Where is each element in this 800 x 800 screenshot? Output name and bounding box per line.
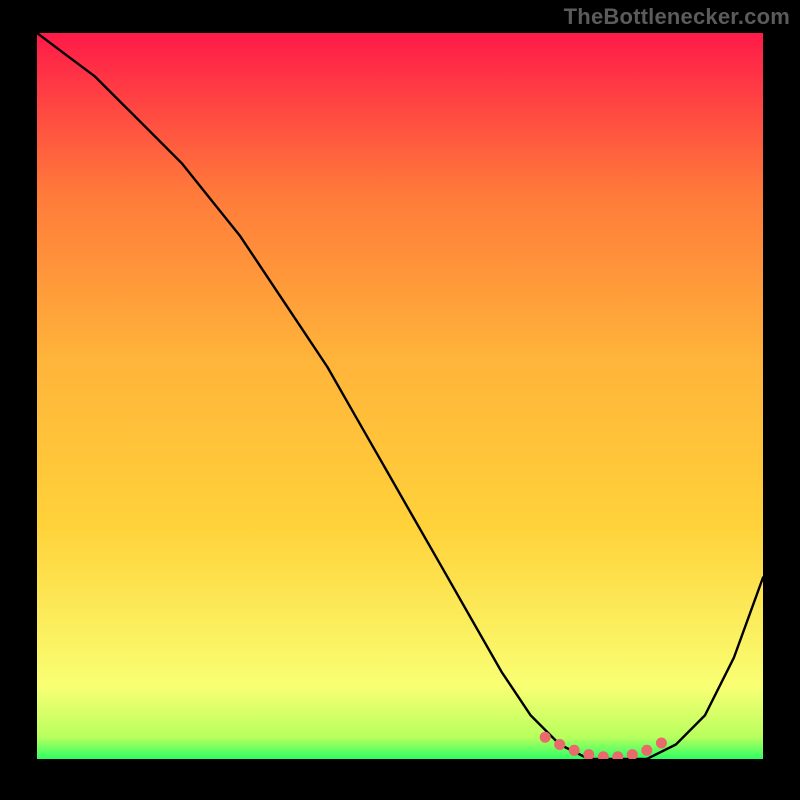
attribution-text: TheBottlenecker.com [564, 4, 790, 30]
chart-svg [37, 33, 763, 759]
chart-container: TheBottlenecker.com [0, 0, 800, 800]
optimal-marker [641, 745, 652, 756]
gradient-background [37, 33, 763, 759]
optimal-marker [569, 745, 580, 756]
optimal-marker [656, 738, 667, 749]
plot-area [37, 33, 763, 759]
optimal-marker [540, 732, 551, 743]
optimal-marker [554, 739, 565, 750]
